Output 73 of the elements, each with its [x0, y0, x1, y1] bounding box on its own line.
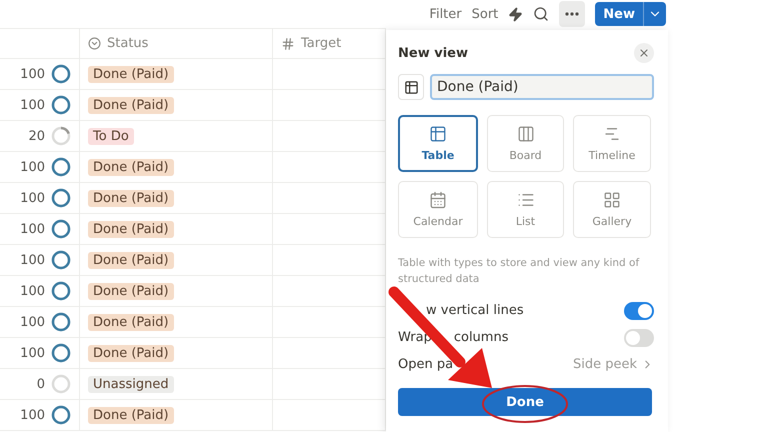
status-tag: Done (Paid)	[88, 220, 174, 238]
grid-icon	[603, 191, 621, 209]
status-tag: Done (Paid)	[88, 158, 174, 176]
setting-label: Open pa	[398, 357, 454, 372]
column-header[interactable]: Status	[80, 29, 273, 58]
view-type-option[interactable]: Board	[487, 115, 564, 172]
progress-ring-icon	[51, 343, 71, 363]
filter-button[interactable]: Filter	[429, 6, 462, 22]
progress-ring-icon	[51, 281, 71, 301]
progress-ring-icon	[51, 95, 71, 115]
progress-ring-icon	[51, 405, 71, 425]
view-type-option[interactable]: Gallery	[573, 181, 651, 238]
ellipsis-icon	[565, 12, 580, 16]
progress-ring-icon	[51, 157, 71, 177]
status-tag: Done (Paid)	[88, 314, 174, 330]
status-tag: Done (Paid)	[88, 66, 174, 82]
view-type-option[interactable]: Table	[398, 115, 478, 172]
columns-icon	[516, 125, 534, 143]
number-value: 100	[20, 252, 45, 268]
number-value: 100	[20, 408, 45, 422]
calendar-icon	[429, 191, 447, 209]
status-tag: To Do	[88, 128, 134, 144]
column-header[interactable]: Target	[273, 29, 386, 58]
status-tag: Done (Paid)	[88, 406, 174, 424]
search-icon[interactable]	[533, 6, 550, 22]
status-tag: Done (Paid)	[88, 96, 174, 114]
toggle-switch[interactable]	[624, 302, 654, 320]
setting-label: w vertical lines	[426, 303, 524, 318]
number-value: 0	[36, 376, 45, 392]
table-icon	[404, 80, 418, 94]
number-value: 100	[20, 222, 45, 236]
progress-ring-icon	[51, 126, 71, 146]
number-value: 100	[20, 346, 45, 360]
progress-ring-icon	[51, 219, 71, 239]
progress-ring-icon	[51, 374, 71, 394]
side-peek-option[interactable]: Side peek	[572, 357, 654, 372]
view-type-option[interactable]: Calendar	[398, 181, 478, 238]
done-button[interactable]: Done	[398, 388, 652, 416]
timeline-icon	[603, 125, 621, 143]
number-value: 100	[20, 98, 45, 112]
progress-ring-icon	[51, 188, 71, 208]
status-tag: Done (Paid)	[88, 344, 174, 362]
lightning-icon[interactable]	[508, 6, 524, 22]
number-value: 100	[20, 66, 45, 82]
progress-ring-icon	[51, 312, 71, 332]
status-tag: Done (Paid)	[88, 190, 174, 206]
view-name-field[interactable]: Done (Paid)	[430, 74, 654, 100]
close-button[interactable]	[634, 43, 654, 63]
status-tag: Done (Paid)	[88, 282, 174, 300]
more-button[interactable]	[559, 1, 586, 27]
table-icon-button[interactable]	[398, 74, 424, 100]
new-button[interactable]: New	[595, 2, 666, 26]
table-icon	[429, 125, 447, 143]
progress-ring-icon	[51, 64, 71, 84]
list-icon	[516, 191, 534, 209]
setting-label: columns	[454, 330, 508, 345]
status-tag: Unassigned	[88, 376, 174, 392]
status-tag: Done (Paid)	[88, 252, 174, 268]
number-value: 20	[28, 128, 45, 144]
view-description: Table with types to store and view any kind of structured data	[398, 256, 640, 287]
number-value: 100	[20, 190, 45, 206]
view-type-option[interactable]: Timeline	[573, 115, 651, 172]
number-value: 100	[20, 284, 45, 298]
toggle-switch[interactable]	[624, 328, 654, 346]
number-value: 100	[20, 160, 45, 174]
progress-ring-icon	[51, 250, 71, 270]
sort-button[interactable]: Sort	[472, 6, 498, 22]
circle-chevron-icon	[88, 37, 101, 50]
number-value: 100	[20, 314, 45, 330]
close-icon	[638, 47, 650, 59]
hash-icon	[281, 36, 295, 50]
panel-title: New view	[398, 46, 468, 60]
view-type-option[interactable]: List	[487, 181, 564, 238]
